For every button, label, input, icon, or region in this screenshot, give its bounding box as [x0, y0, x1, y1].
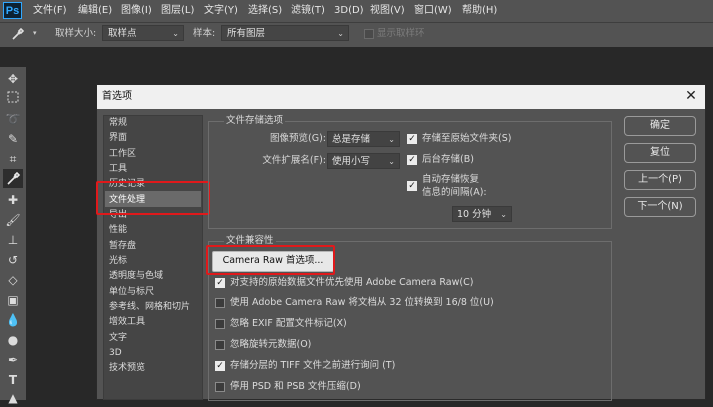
category-item-guides[interactable]: 参考线、网格和切片: [109, 300, 190, 314]
dodge-tool-icon[interactable]: ●: [4, 331, 22, 349]
auto-save-interval-value: 10 分钟: [457, 209, 492, 220]
type-tool-icon[interactable]: T: [4, 371, 22, 389]
chevron-down-icon: ⌄: [172, 29, 179, 38]
image-preview-select[interactable]: 总是存储 ⌄: [327, 131, 400, 147]
sample-size-value: 取样点: [108, 28, 137, 39]
highlight-box-camera-raw: [206, 245, 335, 275]
healing-brush-tool-icon[interactable]: ✚: [4, 191, 22, 209]
category-item-type[interactable]: 文字: [109, 331, 127, 345]
chevron-down-icon: ⌄: [337, 29, 344, 38]
background-save-label: 后台存储(B): [422, 154, 474, 165]
show-ring-label: 显示取样环: [377, 28, 425, 39]
category-item-performance[interactable]: 性能: [109, 223, 127, 237]
category-item-interface[interactable]: 界面: [109, 131, 127, 145]
sample-size-select[interactable]: 取样点 ⌄: [102, 25, 184, 41]
crop-tool-icon[interactable]: ⌗: [4, 150, 22, 168]
ask-tiff-label: 存储分层的 TIFF 文件之前进行询问 (T): [230, 360, 396, 371]
blur-tool-icon[interactable]: 💧: [4, 311, 22, 329]
history-brush-tool-icon[interactable]: ↺: [4, 251, 22, 269]
disable-psd-compression-checkbox[interactable]: [215, 382, 225, 392]
menu-type[interactable]: 文字(Y): [204, 3, 238, 19]
category-item-scratch-disks[interactable]: 暂存盘: [109, 239, 136, 253]
chevron-down-icon: ⌄: [500, 210, 507, 219]
brush-tool-icon[interactable]: 🖌: [4, 211, 22, 229]
chevron-down-icon: ⌄: [388, 135, 395, 144]
category-item-general[interactable]: 常规: [109, 116, 127, 130]
category-item-workspace[interactable]: 工作区: [109, 147, 136, 161]
ignore-rotation-checkbox[interactable]: [215, 340, 225, 350]
menu-file[interactable]: 文件(F): [33, 3, 67, 19]
eyedropper-icon: [7, 171, 21, 185]
next-button[interactable]: 下一个(N): [624, 197, 696, 217]
menu-image[interactable]: 图像(I): [121, 3, 152, 19]
photoshop-logo: Ps: [3, 2, 22, 19]
category-item-tools[interactable]: 工具: [109, 162, 127, 176]
image-preview-label: 图像预览(G):: [270, 133, 326, 144]
file-saving-title: 文件存储选项: [224, 114, 286, 128]
category-item-plugins[interactable]: 增效工具: [109, 315, 145, 329]
category-item-3d[interactable]: 3D: [109, 346, 122, 360]
menu-view[interactable]: 视图(V): [370, 3, 405, 19]
marquee-tool-icon[interactable]: [4, 90, 22, 108]
file-extension-select[interactable]: 使用小写 ⌄: [327, 153, 400, 169]
file-extension-value: 使用小写: [332, 156, 371, 167]
lasso-tool-icon[interactable]: ➰: [4, 110, 22, 128]
eyedropper-icon[interactable]: [10, 26, 26, 42]
chevron-down-icon: ⌄: [388, 157, 395, 166]
pen-tool-icon[interactable]: ✒: [4, 351, 22, 369]
sample-value: 所有图层: [227, 28, 266, 39]
convert-32bit-checkbox[interactable]: [215, 298, 225, 308]
ignore-exif-label: 忽略 EXIF 配置文件标记(X): [230, 318, 347, 329]
menu-select[interactable]: 选择(S): [248, 3, 282, 19]
sample-label: 样本:: [193, 28, 216, 39]
close-icon[interactable]: ✕: [683, 88, 699, 104]
prefer-camera-raw-checkbox[interactable]: ✓: [215, 278, 225, 288]
eraser-tool-icon[interactable]: ◇: [4, 271, 22, 289]
auto-save-checkbox[interactable]: ✓: [407, 181, 417, 191]
menu-window[interactable]: 窗口(W): [414, 3, 452, 19]
auto-save-label-line1: 自动存储恢复: [422, 174, 480, 185]
dialog-title: 首选项: [102, 91, 132, 102]
sample-select[interactable]: 所有图层 ⌄: [221, 25, 349, 41]
gradient-tool-icon[interactable]: ▣: [4, 291, 22, 309]
category-item-tech-preview[interactable]: 技术预览: [109, 361, 145, 375]
path-select-tool-icon[interactable]: ▲: [4, 389, 22, 407]
auto-save-interval-select[interactable]: 10 分钟 ⌄: [452, 206, 512, 222]
convert-32bit-label: 使用 Adobe Camera Raw 将文档从 32 位转换到 16/8 位(…: [230, 297, 494, 308]
ok-button[interactable]: 确定: [624, 116, 696, 136]
ask-tiff-checkbox[interactable]: ✓: [215, 361, 225, 371]
quick-select-tool-icon[interactable]: ✎: [4, 130, 22, 148]
reset-button[interactable]: 复位: [624, 143, 696, 163]
menu-edit[interactable]: 编辑(E): [78, 3, 112, 19]
background-save-checkbox[interactable]: ✓: [407, 155, 417, 165]
dialog-titlebar[interactable]: [97, 85, 705, 109]
menu-3d[interactable]: 3D(D): [334, 3, 364, 19]
file-extension-label: 文件扩展名(F):: [262, 155, 326, 166]
show-ring-checkbox[interactable]: [364, 29, 374, 39]
highlight-box-file-handling: [96, 181, 210, 215]
category-item-cursors[interactable]: 光标: [109, 254, 127, 268]
move-tool-icon[interactable]: ✥: [4, 70, 22, 88]
image-preview-value: 总是存储: [332, 134, 371, 145]
prefer-camera-raw-label: 对支持的原始数据文件优先使用 Adobe Camera Raw(C): [230, 277, 474, 288]
save-to-original-label: 存储至原始文件夹(S): [422, 133, 512, 144]
menu-help[interactable]: 帮助(H): [462, 3, 497, 19]
disable-psd-compression-label: 停用 PSD 和 PSB 文件压缩(D): [230, 381, 361, 392]
ignore-rotation-label: 忽略旋转元数据(O): [230, 339, 312, 350]
stamp-tool-icon[interactable]: ⊥: [4, 231, 22, 249]
prev-button[interactable]: 上一个(P): [624, 170, 696, 190]
sample-size-label: 取样大小:: [55, 28, 97, 39]
menu-layer[interactable]: 图层(L): [161, 3, 194, 19]
tool-preset-chevron-icon[interactable]: ▾: [33, 29, 41, 39]
auto-save-label-line2: 信息的间隔(A):: [422, 187, 487, 198]
save-to-original-checkbox[interactable]: ✓: [407, 134, 417, 144]
category-item-units[interactable]: 单位与标尺: [109, 285, 154, 299]
ignore-exif-checkbox[interactable]: [215, 319, 225, 329]
menu-filter[interactable]: 滤镜(T): [291, 3, 325, 19]
eyedropper-tool-active[interactable]: [3, 169, 23, 188]
category-item-transparency[interactable]: 透明度与色域: [109, 269, 163, 283]
